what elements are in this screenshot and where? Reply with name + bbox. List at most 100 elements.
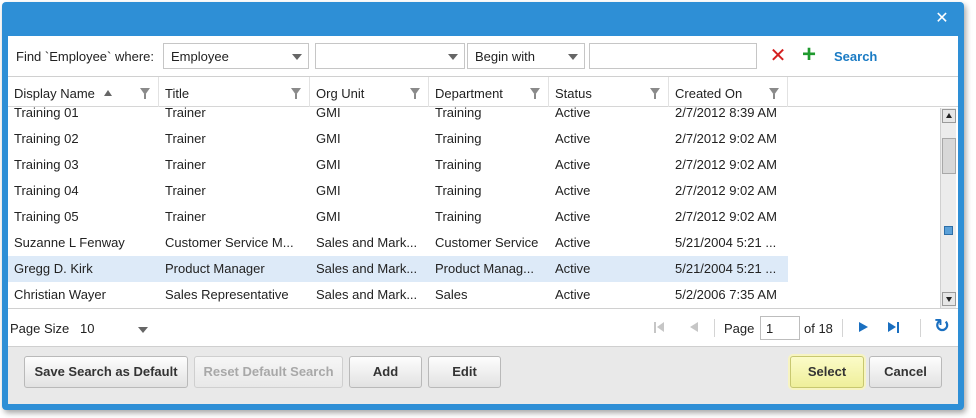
filter-icon[interactable] — [530, 88, 540, 99]
table-cell: 2/7/2012 9:02 AM — [675, 131, 777, 146]
table-row[interactable]: Gregg D. Kirk Product Manager Sales and Ma… — [8, 256, 788, 282]
employee-grid: Display Name Title Org Unit Department S… — [8, 76, 958, 308]
table-cell: Active — [555, 157, 591, 172]
column-header-org-unit[interactable]: Org Unit — [310, 77, 429, 107]
last-page-icon[interactable] — [888, 322, 900, 334]
page-number-input[interactable]: 1 — [760, 316, 800, 340]
column-header-title[interactable]: Title — [159, 77, 310, 107]
save-search-default-button[interactable]: Save Search as Default — [24, 356, 188, 388]
add-button[interactable]: Add — [349, 356, 422, 388]
next-page-icon[interactable] — [858, 322, 870, 334]
chevron-down-icon — [292, 54, 302, 60]
add-criteria-icon[interactable]: + — [799, 43, 819, 67]
search-input[interactable] — [589, 43, 757, 69]
sort-ascending-icon — [104, 90, 112, 96]
subfield-select[interactable] — [315, 43, 465, 69]
filter-icon[interactable] — [140, 88, 150, 99]
table-cell: 2/7/2012 8:39 AM — [675, 107, 777, 120]
dialog-titlebar: ✕ — [2, 2, 964, 36]
table-cell: Training 01 — [14, 107, 79, 120]
table-cell: Training 05 — [14, 209, 79, 224]
page-label: Page — [724, 321, 755, 336]
close-icon[interactable]: ✕ — [934, 11, 950, 27]
table-cell: Product Manager — [165, 261, 265, 276]
table-cell: 5/21/2004 5:21 ... — [675, 261, 777, 276]
page-number-value: 1 — [766, 321, 774, 336]
field-select[interactable]: Employee — [163, 43, 309, 69]
table-cell: Active — [555, 131, 591, 146]
pager-divider — [920, 319, 921, 337]
table-cell: Trainer — [165, 183, 206, 198]
table-cell: Customer Service — [435, 235, 539, 250]
table-cell: Training 03 — [14, 157, 79, 172]
reset-default-search-button[interactable]: Reset Default Search — [194, 356, 343, 388]
edit-button[interactable]: Edit — [428, 356, 501, 388]
employee-search-dialog: ✕ Find `Employee` where: Employee Begin … — [2, 2, 964, 410]
table-row[interactable]: Training 01 Trainer GMI Training Active 2/7/2… — [8, 107, 788, 126]
table-cell: Active — [555, 209, 591, 224]
page-count-label: of 18 — [804, 321, 833, 336]
table-cell: Trainer — [165, 157, 206, 172]
table-row[interactable]: Training 03 Trainer GMI Training Active 2/7/2… — [8, 152, 788, 178]
table-cell: Sales Representative — [165, 287, 289, 302]
column-header-status[interactable]: Status — [549, 77, 669, 107]
table-cell: Training — [435, 183, 482, 198]
field-select-value: Employee — [171, 49, 229, 64]
select-button[interactable]: Select — [790, 356, 864, 388]
scrollbar-thumb[interactable] — [942, 138, 956, 174]
table-cell: Active — [555, 183, 591, 198]
table-row[interactable]: Training 04 Trainer GMI Training Active 2/7/2… — [8, 178, 788, 204]
first-page-icon[interactable] — [654, 322, 666, 334]
page-size-value: 10 — [80, 321, 95, 336]
column-header-label: Created On — [675, 86, 743, 101]
filter-icon[interactable] — [291, 88, 301, 99]
table-cell: Sales — [435, 287, 468, 302]
refresh-icon[interactable]: ↻ — [933, 317, 951, 337]
scroll-up-icon[interactable] — [942, 109, 956, 123]
column-header-created-on[interactable]: Created On — [669, 77, 788, 107]
search-button[interactable]: Search — [834, 49, 877, 64]
find-label: Find `Employee` where: — [16, 49, 154, 64]
filter-icon[interactable] — [650, 88, 660, 99]
clear-search-icon[interactable]: ✕ — [769, 46, 787, 66]
chevron-down-icon — [448, 54, 458, 60]
table-cell: 5/2/2006 7:35 AM — [675, 287, 777, 302]
table-cell: Training — [435, 107, 482, 120]
pager-divider — [714, 319, 715, 337]
vertical-scrollbar[interactable] — [940, 108, 956, 308]
table-row[interactable]: Training 02 Trainer GMI Training Active 2/7/2… — [8, 126, 788, 152]
table-cell: GMI — [316, 107, 341, 120]
table-cell: GMI — [316, 209, 341, 224]
column-header-department[interactable]: Department — [429, 77, 549, 107]
table-cell: Active — [555, 261, 591, 276]
table-cell: Active — [555, 107, 591, 120]
table-row[interactable]: Christian Wayer Sales Representative Sales… — [8, 282, 788, 308]
previous-page-icon[interactable] — [688, 322, 700, 334]
table-cell: Suzanne L Fenway — [14, 235, 125, 250]
dialog-body: Find `Employee` where: Employee Begin wi… — [8, 36, 958, 404]
table-cell: Trainer — [165, 107, 206, 120]
chevron-down-icon — [568, 54, 578, 60]
table-cell: Sales and Mark... — [316, 287, 418, 302]
column-header-label: Display Name — [14, 86, 95, 101]
table-row[interactable]: Suzanne L Fenway Customer Service M... Sal… — [8, 230, 788, 256]
scroll-down-icon[interactable] — [942, 292, 956, 306]
column-header-label: Department — [435, 86, 503, 101]
table-cell: 2/7/2012 9:02 AM — [675, 157, 777, 172]
operator-select-value: Begin with — [475, 49, 535, 64]
table-cell: Active — [555, 235, 591, 250]
filter-icon[interactable] — [769, 88, 779, 99]
filter-icon[interactable] — [410, 88, 420, 99]
column-header-display-name[interactable]: Display Name — [8, 77, 159, 107]
table-cell: Training 02 — [14, 131, 79, 146]
chevron-down-icon — [138, 327, 148, 333]
page-size-select[interactable]: 10 — [74, 317, 152, 341]
table-cell: 2/7/2012 9:02 AM — [675, 183, 777, 198]
column-header-label: Status — [555, 86, 592, 101]
table-row[interactable]: Training 05 Trainer GMI Training Active 2/7/2… — [8, 204, 788, 230]
table-cell: GMI — [316, 183, 341, 198]
operator-select[interactable]: Begin with — [467, 43, 585, 69]
pager-divider — [842, 319, 843, 337]
search-bar: Find `Employee` where: Employee Begin wi… — [8, 36, 958, 76]
cancel-button[interactable]: Cancel — [869, 356, 942, 388]
